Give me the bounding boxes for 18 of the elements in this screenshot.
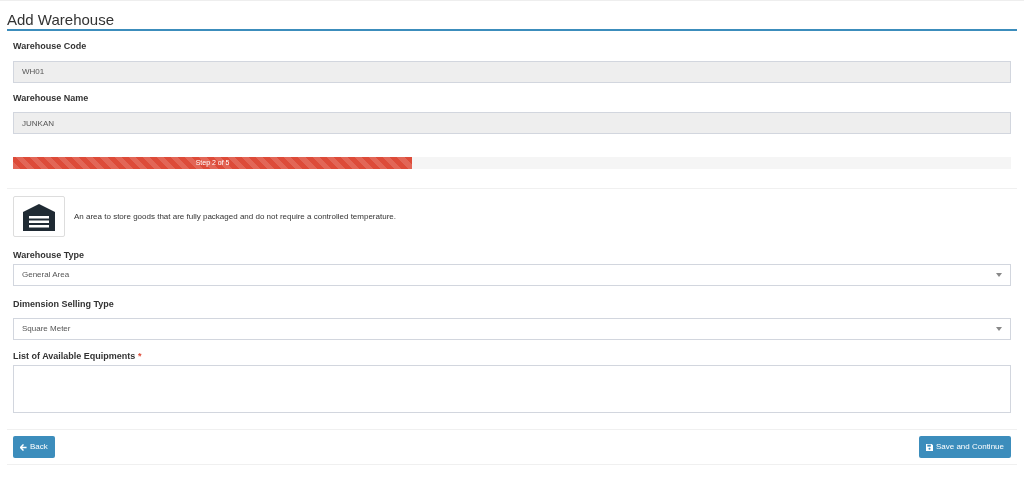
field-label: Warehouse Code bbox=[13, 40, 88, 52]
field-label: Warehouse Name bbox=[13, 91, 90, 104]
field-label: Dimension Selling Type bbox=[13, 298, 115, 310]
save-button[interactable]: Save and Continue bbox=[918, 436, 1011, 458]
caret-icon bbox=[996, 273, 1002, 277]
text-area[interactable] bbox=[13, 365, 1011, 413]
save-icon bbox=[925, 443, 933, 451]
select-field[interactable]: Square Meter bbox=[13, 318, 1011, 340]
required-mark: * bbox=[137, 351, 142, 361]
back-button[interactable]: Back bbox=[13, 436, 55, 458]
warehouse-icon bbox=[22, 202, 56, 231]
arrow-left-icon bbox=[20, 443, 27, 451]
field-label: List of Available Equipments * bbox=[13, 350, 143, 362]
caret-icon bbox=[996, 327, 1002, 331]
page-title: Add Warehouse bbox=[6, 10, 115, 29]
type-description: An area to store goods that are fully packaged and do not require a controlled temperature. bbox=[74, 210, 396, 223]
field-label: Warehouse Type bbox=[13, 249, 85, 261]
select-field[interactable]: General Area bbox=[13, 264, 1011, 286]
